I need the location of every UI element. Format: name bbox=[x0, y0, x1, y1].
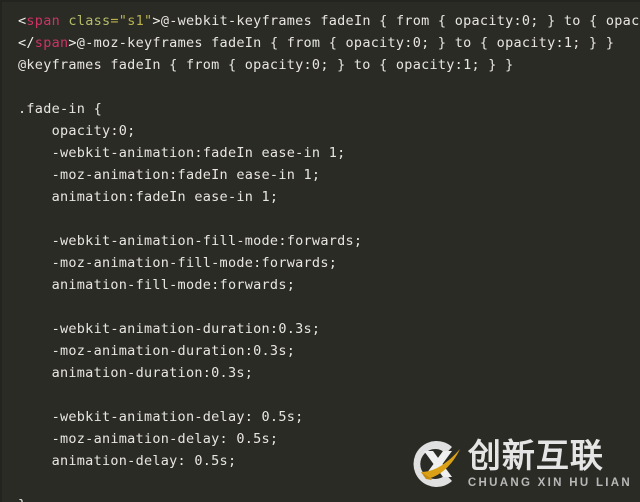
code-token-plain: } bbox=[18, 497, 26, 502]
code-line: animation-duration:0.3s; bbox=[2, 362, 640, 384]
code-line: .fade-in { bbox=[2, 98, 640, 120]
code-token-plain: -moz-animation:fadeIn ease-in 1; bbox=[18, 167, 321, 183]
code-line: -moz-animation-duration:0.3s; bbox=[2, 340, 640, 362]
code-token-tagname: span bbox=[34, 35, 69, 51]
code-token-punct: </ bbox=[18, 35, 35, 51]
code-token-plain: @-webkit-keyframes fadeIn { from { opaci… bbox=[160, 13, 640, 29]
code-token-plain: @keyframes fadeIn { from { opacity:0; } … bbox=[18, 57, 514, 73]
code-token-plain: -webkit-animation-fill-mode:forwards; bbox=[18, 233, 363, 249]
code-line: opacity:0; bbox=[2, 120, 640, 142]
code-line: @keyframes fadeIn { from { opacity:0; } … bbox=[2, 54, 640, 76]
code-line: animation:fadeIn ease-in 1; bbox=[2, 186, 640, 208]
code-token-plain: -webkit-animation:fadeIn ease-in 1; bbox=[18, 145, 346, 161]
code-token-plain: opacity:0; bbox=[18, 123, 136, 139]
code-token-plain: .fade-in { bbox=[18, 101, 102, 117]
code-token-plain: animation:fadeIn ease-in 1; bbox=[18, 189, 279, 205]
code-token-plain: animation-delay: 0.5s; bbox=[18, 453, 237, 469]
code-token-plain: -moz-animation-delay: 0.5s; bbox=[18, 431, 279, 447]
code-line: <span class="s1">@-webkit-keyframes fade… bbox=[2, 10, 640, 32]
code-token-attrvalue: ="s1" bbox=[110, 13, 153, 29]
code-line: animation-fill-mode:forwards; bbox=[2, 274, 640, 296]
code-line: -moz-animation-delay: 0.5s; bbox=[2, 428, 640, 450]
code-line: -webkit-animation-fill-mode:forwards; bbox=[2, 230, 640, 252]
code-token-plain: @-moz-keyframes fadeIn { from { opacity:… bbox=[76, 35, 615, 51]
code-token-plain: -moz-animation-fill-mode:forwards; bbox=[18, 255, 338, 271]
code-token-punct: > bbox=[152, 13, 161, 29]
code-line: </span>@-moz-keyframes fadeIn { from { o… bbox=[2, 32, 640, 54]
code-line: -webkit-animation-delay: 0.5s; bbox=[2, 406, 640, 428]
code-line: } bbox=[2, 494, 640, 502]
code-token-tagname: span bbox=[26, 13, 60, 29]
code-token-plain: animation-fill-mode:forwards; bbox=[18, 277, 296, 293]
code-line: -webkit-animation:fadeIn ease-in 1; bbox=[2, 142, 640, 164]
code-line: -moz-animation-fill-mode:forwards; bbox=[2, 252, 640, 274]
code-token-plain: -webkit-animation-delay: 0.5s; bbox=[18, 409, 304, 425]
code-token-attrname: class bbox=[68, 13, 111, 29]
code-line: -moz-animation:fadeIn ease-in 1; bbox=[2, 164, 640, 186]
code-token-plain: animation-duration:0.3s; bbox=[18, 365, 254, 381]
code-screenshot: <span class="s1">@-webkit-keyframes fade… bbox=[0, 0, 640, 502]
code-token-plain: -webkit-animation-duration:0.3s; bbox=[18, 321, 321, 337]
code-editor-content[interactable]: <span class="s1">@-webkit-keyframes fade… bbox=[2, 2, 640, 502]
code-token-punct: > bbox=[68, 35, 77, 51]
code-line: -webkit-animation-duration:0.3s; bbox=[2, 318, 640, 340]
code-token-plain: -moz-animation-duration:0.3s; bbox=[18, 343, 296, 359]
code-line: animation-delay: 0.5s; bbox=[2, 450, 640, 472]
